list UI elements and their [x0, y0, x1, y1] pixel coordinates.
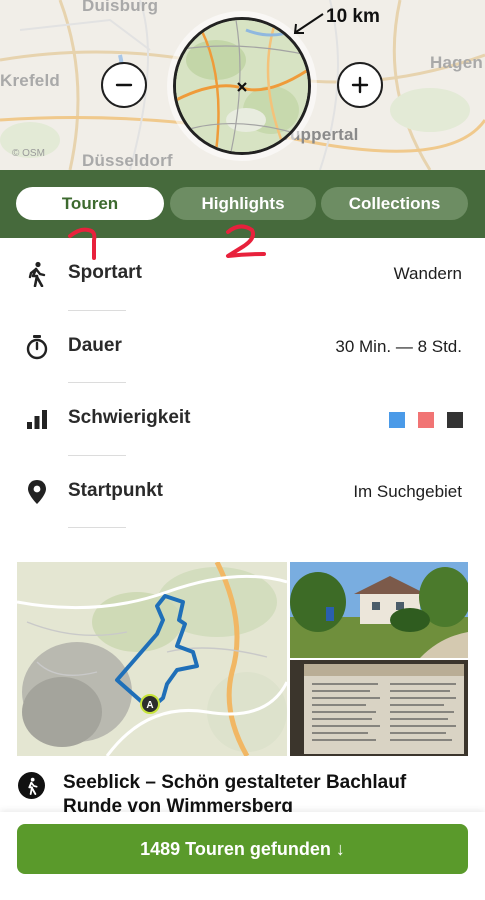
map-city-label: Düsseldorf	[82, 151, 173, 170]
tab-touren[interactable]: Touren	[16, 187, 164, 220]
map-city-label: Krefeld	[0, 71, 60, 90]
tour-photo-menu[interactable]	[290, 660, 468, 756]
tab-collections[interactable]: Collections	[321, 187, 468, 220]
filter-value: Im Suchgebiet	[353, 482, 462, 501]
area-map[interactable]: Duisburg Krefeld Hagen Düsseldorf Wupper…	[0, 0, 485, 170]
map-city-label: Duisburg	[82, 0, 159, 15]
signal-bars-icon	[24, 406, 50, 432]
filter-startpunkt[interactable]: Startpunkt Im Suchgebiet	[0, 456, 485, 528]
radius-label: 10 km	[326, 6, 380, 27]
filter-sportart[interactable]: Sportart Wandern	[0, 238, 485, 310]
show-results-button[interactable]: 1489 Touren gefunden ↓	[17, 824, 468, 874]
start-marker-label: A	[146, 700, 153, 711]
plus-icon	[351, 76, 369, 94]
hiking-type-icon	[18, 772, 45, 799]
map-city-label: Hagen	[430, 53, 483, 72]
filter-label: Sportart	[68, 262, 142, 283]
hiker-icon	[24, 261, 50, 287]
radius-map-detail	[176, 20, 308, 152]
photo-house-garden	[290, 562, 468, 658]
filter-dauer[interactable]: Dauer 30 Min. — 8 Std.	[0, 311, 485, 383]
filter-schwierigkeit[interactable]: Schwierigkeit	[0, 383, 485, 455]
tour-title-line: Seeblick – Schön gestalteter Bachlauf	[63, 772, 407, 793]
filter-label: Startpunkt	[68, 480, 163, 501]
category-tab-bar: Touren Highlights Collections	[0, 170, 485, 238]
minus-icon	[115, 83, 133, 87]
arrow-icon	[293, 13, 324, 34]
difficulty-indicator	[389, 412, 463, 428]
filter-value: 30 Min. — 8 Std.	[335, 337, 462, 356]
difficulty-easy-square	[389, 412, 405, 428]
zoom-out-button[interactable]	[101, 62, 147, 108]
difficulty-hard-square	[447, 412, 463, 428]
filter-value: Wandern	[393, 264, 462, 283]
divider	[68, 527, 126, 528]
tour-photo-house[interactable]	[290, 562, 468, 658]
photo-menu-board	[290, 660, 468, 756]
filter-label: Schwierigkeit	[68, 407, 191, 428]
bottom-bar: 1489 Touren gefunden ↓	[0, 812, 485, 900]
difficulty-medium-square	[418, 412, 434, 428]
zoom-in-button[interactable]	[337, 62, 383, 108]
tour-route-map[interactable]: A	[17, 562, 287, 756]
filter-label: Dauer	[68, 335, 122, 356]
map-attribution: © OSM	[12, 148, 45, 159]
route-map-image: A	[17, 562, 287, 756]
location-pin-icon	[24, 479, 50, 505]
stopwatch-icon	[24, 334, 50, 360]
tab-highlights[interactable]: Highlights	[170, 187, 316, 220]
